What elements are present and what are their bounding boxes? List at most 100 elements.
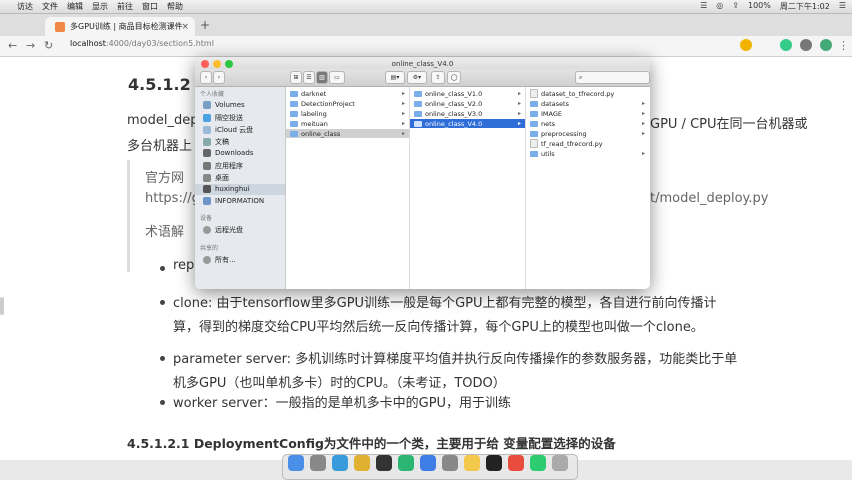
folder-row[interactable]: online_class_V2.0 ▸ xyxy=(410,99,525,108)
sidebar-item-information[interactable]: INFORMATION xyxy=(203,197,264,205)
action-gear-icon[interactable]: ⚙▾ xyxy=(407,71,427,84)
folder-row[interactable]: nets ▸ xyxy=(526,119,649,128)
launchpad-icon[interactable] xyxy=(310,455,326,471)
url-path: :4000/day03/section5.html xyxy=(105,39,214,48)
battery-status[interactable]: 100% xyxy=(748,1,771,12)
sidebar-header-shared: 共享的 xyxy=(200,245,219,252)
system-prefs-icon[interactable] xyxy=(442,455,458,471)
bullet-3-line-1: parameter server: 多机训练时计算梯度平均值并执行反向传播操作的… xyxy=(173,352,738,367)
sidebar-item-home[interactable]: huxinghui xyxy=(203,185,250,193)
file-row[interactable]: dataset_to_tfrecord.py xyxy=(526,89,649,98)
forward-button[interactable]: › xyxy=(213,71,225,84)
quote-link-left[interactable]: https://g xyxy=(145,191,200,206)
trash-icon[interactable] xyxy=(552,455,568,471)
zoom-window-icon[interactable] xyxy=(225,60,233,68)
sidebar-item-volumes[interactable]: Volumes xyxy=(203,101,245,109)
folder-row[interactable]: darknet ▸ xyxy=(286,89,409,98)
menu-edit[interactable]: 编辑 xyxy=(67,1,83,12)
sidebar-header-favorites: 个人收藏 xyxy=(200,91,225,98)
folder-row-selected[interactable]: online_class ▸ xyxy=(286,129,409,138)
disc-icon xyxy=(203,226,211,234)
terminal-icon[interactable] xyxy=(376,455,392,471)
sidebar-item-icloud[interactable]: iCloud 云盘 xyxy=(203,125,253,135)
browser-menu-icon[interactable]: ⋮ xyxy=(838,39,849,52)
icon-view-icon[interactable]: ⊞ xyxy=(290,71,302,84)
menu-file[interactable]: 文件 xyxy=(42,1,58,12)
status-item-6[interactable]: ☰ xyxy=(839,1,846,12)
finder-icon[interactable] xyxy=(288,455,304,471)
extension-icon-2[interactable] xyxy=(800,39,812,51)
new-tab-icon[interactable]: + xyxy=(200,18,210,32)
airdrop-icon xyxy=(203,114,211,122)
menu-window[interactable]: 窗口 xyxy=(142,1,158,12)
appstore-icon[interactable] xyxy=(420,455,436,471)
status-item-3[interactable]: ⇪ xyxy=(732,1,739,12)
url-field[interactable]: localhost:4000/day03/section5.html xyxy=(70,39,214,48)
status-item-1[interactable]: ☰ xyxy=(700,1,707,12)
profile-avatar[interactable] xyxy=(820,39,832,51)
sidebar-header-devices: 设备 xyxy=(200,215,213,222)
finder-column-2: online_class_V1.0 ▸ online_class_V2.0 ▸ on… xyxy=(410,87,526,289)
browser-tab[interactable]: 多GPU训练 | 商品目标检测课件 × xyxy=(45,17,195,36)
page-side-handle[interactable] xyxy=(0,297,4,315)
list-view-icon[interactable]: ☰ xyxy=(303,71,315,84)
folder-row-active[interactable]: online_class_V4.0 ▸ xyxy=(410,119,525,128)
column-view-icon[interactable]: ▥ xyxy=(316,71,328,84)
safari-icon[interactable] xyxy=(332,455,348,471)
bookmark-star-icon[interactable] xyxy=(740,39,752,51)
clock[interactable]: 周二下午1:02 xyxy=(780,1,830,12)
gallery-view-icon[interactable]: ▭ xyxy=(329,71,345,84)
wechat-icon[interactable] xyxy=(530,455,546,471)
notes-icon[interactable] xyxy=(464,455,480,471)
back-icon[interactable]: ← xyxy=(8,39,17,52)
sidebar-item-all-shared[interactable]: 所有... xyxy=(203,255,236,265)
folder-row[interactable]: online_class_V3.0 ▸ xyxy=(410,109,525,118)
sidebar-item-downloads[interactable]: Downloads xyxy=(203,149,253,157)
tag-icon[interactable]: ◯ xyxy=(447,71,461,84)
forward-icon[interactable]: → xyxy=(26,39,35,52)
cloud-icon xyxy=(203,126,211,134)
reload-icon[interactable]: ↻ xyxy=(44,39,53,52)
extension-icon[interactable] xyxy=(780,39,792,51)
close-window-icon[interactable] xyxy=(201,60,209,68)
url-host: localhost xyxy=(70,39,106,48)
status-item-2[interactable]: ◎ xyxy=(716,1,723,12)
folder-icon xyxy=(290,110,298,117)
arrange-icon[interactable]: ▤▾ xyxy=(385,71,405,84)
share-icon[interactable]: ⇪ xyxy=(431,71,445,84)
typora-icon[interactable] xyxy=(486,455,502,471)
menu-go[interactable]: 前往 xyxy=(117,1,133,12)
folder-row[interactable]: DetectionProject ▸ xyxy=(286,99,409,108)
folder-row[interactable]: labeling ▸ xyxy=(286,109,409,118)
folder-row[interactable]: IMAGE ▸ xyxy=(526,109,649,118)
python-file-icon xyxy=(530,89,538,98)
calendar-icon[interactable] xyxy=(508,455,524,471)
sidebar-item-desktop[interactable]: 桌面 xyxy=(203,173,229,183)
folder-row[interactable]: online_class_V1.0 ▸ xyxy=(410,89,525,98)
drive-icon xyxy=(203,101,211,109)
pycharm-icon[interactable] xyxy=(398,455,414,471)
sidebar-item-applications[interactable]: 应用程序 xyxy=(203,161,243,171)
chevron-right-icon: ▸ xyxy=(641,130,645,137)
menu-view[interactable]: 显示 xyxy=(92,1,108,12)
file-row[interactable]: tf_read_tfrecord.py xyxy=(526,139,649,148)
folder-row[interactable]: preprocessing ▸ xyxy=(526,129,649,138)
back-button[interactable]: ‹ xyxy=(200,71,212,84)
chrome-icon[interactable] xyxy=(354,455,370,471)
minimize-window-icon[interactable] xyxy=(213,60,221,68)
sidebar-item-airdrop[interactable]: 隔空投送 xyxy=(203,113,243,123)
folder-row[interactable]: datasets ▸ xyxy=(526,99,649,108)
bullet-dot xyxy=(160,356,165,361)
folder-row[interactable]: meituan ▸ xyxy=(286,119,409,128)
quote-link-right[interactable]: t/model_deploy.py xyxy=(650,191,768,206)
menu-help[interactable]: 帮助 xyxy=(167,1,183,12)
menu-finder[interactable]: 访达 xyxy=(17,1,33,12)
sidebar-item-remote-disc[interactable]: 远程光盘 xyxy=(203,225,243,235)
folder-row[interactable]: utils ▸ xyxy=(526,149,649,158)
sidebar-item-documents[interactable]: 文稿 xyxy=(203,137,229,147)
chevron-right-icon: ▸ xyxy=(641,150,645,157)
search-field[interactable]: ⌕ xyxy=(575,71,650,84)
chevron-right-icon: ▸ xyxy=(401,100,405,107)
close-tab-icon[interactable]: × xyxy=(181,22,189,32)
folder-icon xyxy=(414,120,422,127)
